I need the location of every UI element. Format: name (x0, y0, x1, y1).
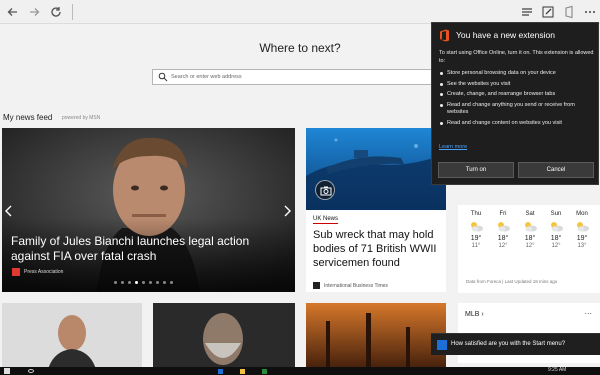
weather-day[interactable]: Fri 18° 12° (491, 211, 515, 249)
hero-source: Press Association (24, 269, 64, 275)
weather-high-temp: 19° (576, 235, 588, 242)
news-tile-bearded-man-photo[interactable] (153, 303, 295, 367)
carousel-dot[interactable] (156, 281, 159, 284)
feed-title: My news feed (3, 113, 53, 122)
mlb-label[interactable]: MLB › (465, 311, 484, 318)
weather-day-name: Sun (550, 211, 562, 217)
hub-icon[interactable] (519, 4, 535, 20)
turn-on-button[interactable]: Turn on (438, 162, 514, 178)
partly-cloudy-icon (498, 222, 510, 232)
weather-day-name: Thu (470, 211, 482, 217)
carousel-dot[interactable] (163, 281, 166, 284)
weather-low-temp: 12° (525, 243, 535, 249)
mlb-more-button[interactable]: ... (584, 306, 592, 316)
weather-high-temp: 18° (524, 235, 536, 242)
carousel-dot[interactable] (121, 281, 124, 284)
search-icon (158, 72, 168, 82)
web-note-icon[interactable] (540, 4, 556, 20)
carousel-dot[interactable] (149, 281, 152, 284)
permission-item: Store personal browsing data on your dev… (439, 70, 597, 78)
feedback-toast[interactable]: How satisfied are you with the Start men… (431, 333, 600, 355)
weather-day[interactable]: Thu 19° 11° (464, 211, 488, 249)
weather-high-temp: 18° (550, 235, 562, 242)
weather-low-temp: 12° (551, 243, 561, 249)
popup-title: You have a new extension (456, 30, 555, 40)
learn-more-link[interactable]: Learn more (439, 144, 467, 150)
carousel-dot[interactable] (170, 281, 173, 284)
weather-day[interactable]: Sun 18° 12° (544, 211, 568, 249)
press-association-logo (12, 268, 20, 276)
weather-day-name: Fri (499, 211, 507, 217)
hero-photo (2, 128, 295, 292)
toolbar-divider (72, 4, 73, 20)
weather-low-temp: 12° (498, 243, 508, 249)
more-ellipsis-icon[interactable] (582, 4, 598, 20)
partly-cloudy-icon (551, 222, 563, 232)
carousel-prev-button[interactable] (4, 204, 14, 218)
popup-intro-text: To start using Office Online, turn it on… (439, 50, 594, 64)
search-input[interactable] (171, 71, 441, 83)
weather-day-name: Sat (525, 211, 535, 217)
weather-high-temp: 18° (497, 235, 509, 242)
carousel-dot[interactable] (114, 281, 117, 284)
weather-day-name: Mon (576, 211, 588, 217)
weather-forecast-card[interactable]: Data from Foreca | Last Updated 18 mins … (458, 205, 600, 293)
weather-day[interactable]: Sat 18° 12° (518, 211, 542, 249)
news-tile-man-photo[interactable] (2, 303, 142, 367)
taskbar-search-icon[interactable] (28, 369, 34, 373)
permission-item: Create, change, and rearrange browser ta… (439, 91, 597, 99)
taskbar-clock: 9:25 AM (548, 367, 567, 373)
partly-cloudy-icon (577, 222, 589, 232)
office-logo-icon (440, 29, 449, 42)
permission-list: Store personal browsing data on your dev… (439, 70, 597, 130)
store-taskbar-icon[interactable] (262, 369, 267, 374)
browser-toolbar (0, 0, 600, 24)
camera-icon (315, 180, 335, 200)
weather-low-temp: 13° (577, 243, 587, 249)
cancel-button[interactable]: Cancel (518, 162, 594, 178)
office-extension-icon[interactable] (561, 4, 577, 20)
news-tile-industrial-photo[interactable] (306, 303, 446, 367)
news-headline[interactable]: Sub wreck that may hold bodies of 71 Bri… (313, 228, 445, 270)
search-box[interactable] (152, 69, 452, 85)
taskbar: 9:25 AM (0, 367, 600, 375)
back-arrow-icon[interactable] (5, 4, 21, 20)
toast-message[interactable]: How satisfied are you with the Start men… (451, 341, 565, 347)
permission-item: Read and change content on websites you … (439, 120, 597, 128)
news-card-sub-wreck[interactable]: UK News Sub wreck that may hold bodies o… (306, 128, 446, 292)
explorer-taskbar-icon[interactable] (240, 369, 245, 374)
extension-popup: You have a new extension To start using … (431, 22, 599, 185)
feed-powered-by: powered by MSN (62, 115, 101, 121)
weather-day[interactable]: Mon 19° 13° (570, 211, 594, 249)
carousel-dot[interactable] (142, 281, 145, 284)
edge-taskbar-icon[interactable] (218, 369, 223, 374)
partly-cloudy-icon (525, 222, 537, 232)
forward-arrow-icon[interactable] (26, 4, 42, 20)
weather-low-temp: 11° (471, 243, 481, 249)
ibt-logo (313, 282, 320, 289)
refresh-icon[interactable] (48, 4, 64, 20)
carousel-dot[interactable] (135, 281, 138, 284)
news-category-tag[interactable]: UK News (313, 216, 339, 224)
partly-cloudy-icon (471, 222, 483, 232)
news-source: International Business Times (324, 283, 388, 289)
weather-high-temp: 19° (470, 235, 482, 242)
start-icon[interactable] (4, 368, 10, 374)
hero-headline[interactable]: Family of Jules Bianchi launches legal a… (11, 234, 271, 264)
carousel-dot[interactable] (128, 281, 131, 284)
permission-item: Read and change anything you send or rec… (439, 102, 597, 117)
weather-footer: Data from Foreca | Last Updated 18 mins … (466, 279, 558, 284)
permission-item: See the websites you visit (439, 81, 597, 89)
feedback-hub-icon (437, 340, 447, 350)
carousel-dots (114, 281, 173, 284)
hero-news-card[interactable]: Family of Jules Bianchi launches legal a… (2, 128, 295, 292)
carousel-next-button[interactable] (282, 204, 292, 218)
